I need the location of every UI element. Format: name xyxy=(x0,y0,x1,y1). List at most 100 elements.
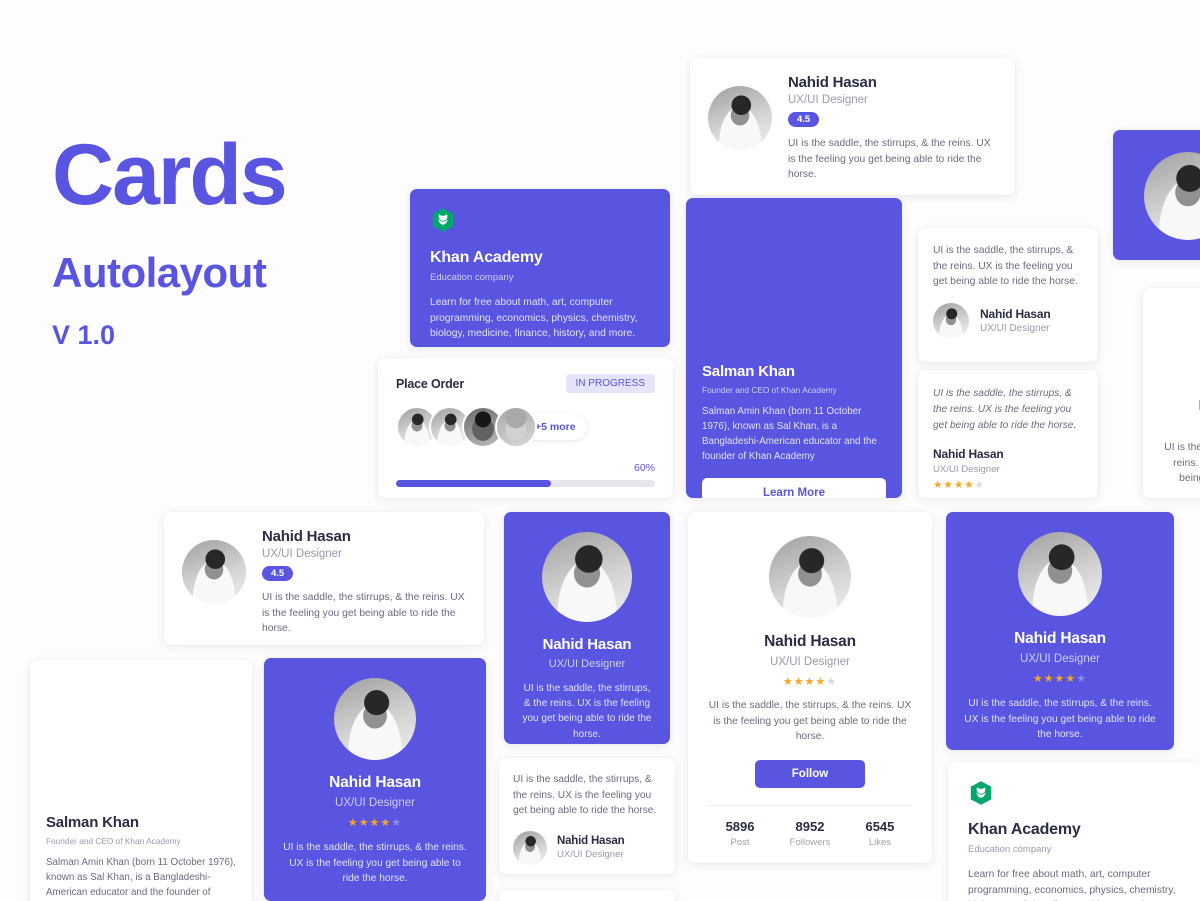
cover-photo xyxy=(686,198,902,349)
khan-academy-card-purple[interactable]: Khan Academy Education company Learn for… xyxy=(410,189,670,347)
profile-card-purple-stars-bottom-left[interactable]: Nahid Hasan UX/UI Designer ★★★★★ UI is t… xyxy=(264,658,486,901)
stat-value: 6545 xyxy=(865,818,895,834)
cover-photo xyxy=(30,660,252,800)
star-rating: ★★★★★ xyxy=(964,672,1156,685)
place-order-card[interactable]: Place Order IN PROGRESS +5 more 60% xyxy=(378,358,673,498)
stars-empty: ★ xyxy=(1076,673,1088,685)
avatar xyxy=(1144,152,1200,240)
progress-label: 60% xyxy=(633,462,655,474)
avatar xyxy=(933,302,969,339)
salman-name: Salman Khan xyxy=(46,814,139,831)
stars-empty: ★ xyxy=(826,676,838,688)
profile-bio: UI is the saddle, the stirrups, & the re… xyxy=(283,842,467,884)
testimonial-card-stars-right[interactable]: UI is the saddle, the stirrups, & the re… xyxy=(918,370,1098,498)
stat-value: 5896 xyxy=(725,818,755,834)
stat-label: Likes xyxy=(868,836,892,848)
avatar xyxy=(182,540,246,604)
stars-filled: ★★★★ xyxy=(782,676,827,688)
testimonial-quote: UI is the saddle, the stirrups, & the re… xyxy=(933,388,1077,431)
stars-filled: ★★★★ xyxy=(933,479,975,492)
stat-label: Post xyxy=(730,836,750,848)
salman-khan-card-purple[interactable]: Salman Khan Founder and CEO of Khan Acad… xyxy=(686,198,902,498)
profile-name: Nahid Hasan xyxy=(542,636,632,653)
hero-block: Cards Autolayout V 1.0 xyxy=(52,127,288,351)
stars-filled: ★★★★ xyxy=(347,817,392,829)
testimonial-author: Nahid Hasan xyxy=(980,307,1051,322)
testimonial-author: Nahid Hasan xyxy=(933,447,1004,462)
profile-name: Nahid Hasan xyxy=(1014,630,1106,647)
profile-bio: UI is the saddle, the stirrups, & the re… xyxy=(788,138,991,181)
khan-academy-subtitle: Education company xyxy=(430,272,514,283)
avatar xyxy=(513,830,547,865)
khan-academy-body: Learn for free about math, art, computer… xyxy=(430,297,638,340)
stars-empty: ★ xyxy=(391,817,403,829)
testimonial-card-avatar-right[interactable]: UI is the saddle, the stirrups, & the re… xyxy=(918,228,1098,362)
stat-item: 5896 Post xyxy=(726,819,755,848)
divider xyxy=(708,804,912,806)
testimonial-quote: UI is the saddle, the stirrups, & the re… xyxy=(933,245,1078,288)
salman-role: Founder and CEO of Khan Academy xyxy=(702,385,837,395)
profile-name: Nahid Hasan xyxy=(329,774,421,791)
testimonial-card-avatar-bottom[interactable]: UI is the saddle, the stirrups, & the re… xyxy=(499,758,675,874)
salman-bio: Salman Amin Khan (born 11 October 1976),… xyxy=(702,406,877,462)
profile-role: UX/UI Designer xyxy=(788,94,868,106)
profile-role: UX/UI Designer xyxy=(770,656,850,668)
profile-card-white-cropped-right[interactable]: Nahid Hasan UX/UI Designer UI is the sad… xyxy=(1143,288,1200,498)
progress-bar-fill xyxy=(396,480,552,487)
page-subtitle: Autolayout xyxy=(52,249,267,296)
avatar xyxy=(334,678,416,760)
profile-name: Nahid Hasan xyxy=(1161,397,1200,414)
profile-role: UX/UI Designer xyxy=(1020,653,1100,665)
profile-name: Nahid Hasan xyxy=(764,633,856,650)
khan-academy-card-white[interactable]: Khan Academy Education company Learn for… xyxy=(948,762,1200,901)
stars-filled: ★★★★ xyxy=(1032,673,1077,685)
profile-bio: UI is the saddle, the stirrups, & the re… xyxy=(522,683,652,740)
khan-academy-title: Khan Academy xyxy=(968,821,1081,838)
stat-item: 8952 Followers xyxy=(790,819,831,848)
profile-card-purple-center[interactable]: Nahid Hasan UX/UI Designer UI is the sad… xyxy=(504,512,670,744)
stars-empty: ★ xyxy=(974,479,986,492)
profile-card-purple-stars-right[interactable]: Nahid Hasan UX/UI Designer ★★★★★ UI is t… xyxy=(946,512,1174,750)
status-badge: IN PROGRESS xyxy=(565,374,655,393)
salman-name: Salman Khan xyxy=(702,363,795,380)
avatar xyxy=(542,532,632,622)
profile-card-horizontal-rating-mid[interactable]: Nahid Hasan UX/UI Designer 4.5 UI is the… xyxy=(164,512,484,645)
avatar[interactable] xyxy=(495,406,537,448)
rating-badge: 4.5 xyxy=(262,566,294,581)
profile-stats-card[interactable]: Nahid Hasan UX/UI Designer ★★★★★ UI is t… xyxy=(688,512,932,863)
star-rating: ★★★★★ xyxy=(933,479,1083,491)
stat-item: 6545 Likes xyxy=(865,819,894,848)
cards-showcase-canvas: Cards Autolayout V 1.0 Nahid Hasan UX/UI… xyxy=(0,0,1200,901)
avatar xyxy=(708,86,772,150)
avatar xyxy=(769,536,851,618)
profile-card-horizontal-rating-top[interactable]: Nahid Hasan UX/UI Designer 4.5 UI is the… xyxy=(690,58,1015,195)
star-rating: ★★★★★ xyxy=(708,675,912,688)
profile-bio: UI is the saddle, the stirrups, & the re… xyxy=(964,698,1156,740)
profile-name: Nahid Hasan xyxy=(262,528,351,545)
place-order-title: Place Order xyxy=(396,376,464,391)
profile-role: UX/UI Designer xyxy=(548,658,626,670)
stat-value: 8952 xyxy=(795,818,825,834)
follow-button[interactable]: Follow xyxy=(755,759,865,788)
profile-bio: UI is the saddle, the stirrups, & the re… xyxy=(708,700,912,743)
testimonial-author-role: UX/UI Designer xyxy=(980,323,1050,335)
salman-role: Founder and CEO of Khan Academy xyxy=(46,836,181,846)
partial-card-bottom[interactable] xyxy=(499,890,675,901)
star-rating: ★★★★★ xyxy=(282,816,468,829)
profile-bio: UI is the saddle, the stirrups, & the re… xyxy=(262,592,465,635)
assignee-avatar-stack[interactable]: +5 more xyxy=(396,406,655,448)
testimonial-quote: UI is the saddle, the stirrups, & the re… xyxy=(513,774,657,816)
profile-card-purple-cropped-right[interactable] xyxy=(1113,130,1200,260)
stats-row: 5896 Post 8952 Followers 6545 Likes xyxy=(708,819,912,848)
avatar xyxy=(1018,532,1102,616)
testimonial-author-role: UX/UI Designer xyxy=(933,464,1000,476)
khan-academy-body: Learn for free about math, art, computer… xyxy=(968,869,1176,901)
learn-more-button[interactable]: Learn More xyxy=(702,477,886,498)
salman-khan-card-white[interactable]: Salman Khan Founder and CEO of Khan Acad… xyxy=(30,660,252,901)
salman-bio: Salman Amin Khan (born 11 October 1976),… xyxy=(46,857,236,898)
page-title: Cards xyxy=(52,127,288,223)
stat-label: Followers xyxy=(789,836,831,848)
khan-academy-logo-icon xyxy=(970,781,992,805)
profile-role: UX/UI Designer xyxy=(335,797,415,809)
progress-bar xyxy=(396,480,655,487)
